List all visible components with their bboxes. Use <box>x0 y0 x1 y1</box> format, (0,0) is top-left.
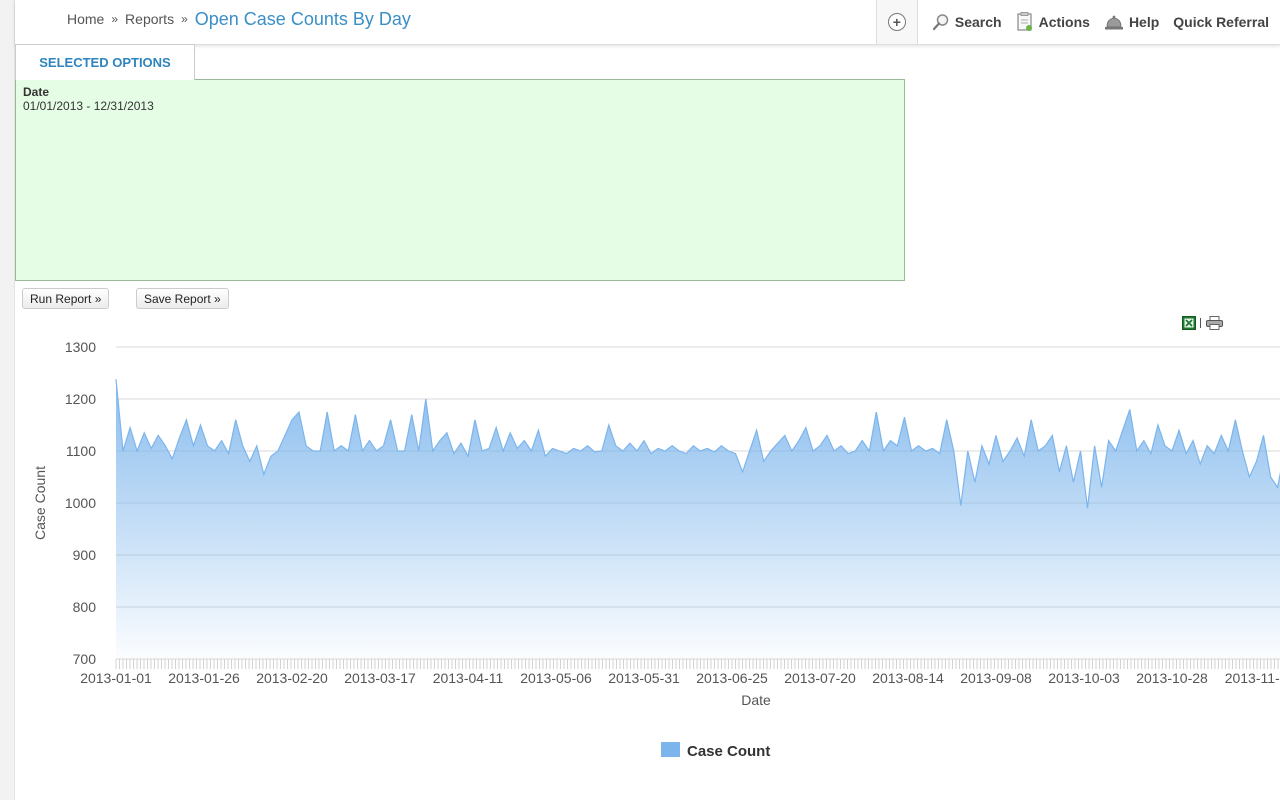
x-tick-label: 2013-07-20 <box>784 670 856 686</box>
open-case-count-chart: 700 800 900 1000 1100 1200 1300 2013-01-01 2013-… <box>32 339 1280 760</box>
y-tick-label: 1200 <box>65 391 96 407</box>
help-nav-label: Help <box>1128 14 1160 30</box>
x-axis-title: Date <box>741 692 771 708</box>
date-option-value: 01/01/2013 - 12/31/2013 <box>23 99 154 113</box>
selected-options-tab[interactable]: SELECTED OPTIONS <box>15 44 195 80</box>
export-tools <box>1182 316 1223 330</box>
x-tick-label: 2013-10-28 <box>1136 670 1208 686</box>
help-bell-icon <box>1104 15 1123 30</box>
x-tick-label: 2013-09-08 <box>960 670 1032 686</box>
breadcrumb-reports-link[interactable]: Reports <box>125 11 174 27</box>
search-icon <box>932 14 949 31</box>
breadcrumb-home-link[interactable]: Home <box>67 11 104 27</box>
page-title: Open Case Counts By Day <box>194 8 411 29</box>
y-tick-label: 900 <box>73 547 97 563</box>
x-tick-label: 2013-02-20 <box>256 670 328 686</box>
breadcrumb-separator: » <box>111 12 119 26</box>
breadcrumb: Home » Reports » Open Case Counts By Day <box>67 0 411 38</box>
x-tick-label: 2013-01-26 <box>168 670 240 686</box>
help-nav-button[interactable]: Help <box>1104 14 1159 30</box>
run-report-button[interactable]: Run Report » <box>22 288 110 309</box>
x-tick-label: 2013-05-06 <box>520 670 592 686</box>
y-tick-label: 800 <box>73 599 97 615</box>
x-tick-label: 2013-06-25 <box>696 670 768 686</box>
y-axis-title: Case Count <box>32 466 48 540</box>
legend-item-case-count[interactable]: Case Count <box>687 743 770 760</box>
y-tick-label: 1300 <box>65 339 96 355</box>
report-page: Home » Reports » Open Case Counts By Day… <box>14 0 1280 800</box>
x-tick-label: 2013-04-11 <box>433 670 504 686</box>
save-report-button[interactable]: Save Report » <box>136 288 229 309</box>
y-tick-label: 1000 <box>65 495 96 511</box>
selected-options-panel: Date 01/01/2013 - 12/31/2013 <box>15 79 905 281</box>
quick-referral-nav-label: Quick Referral <box>1173 14 1269 30</box>
breadcrumb-separator: » <box>181 12 188 26</box>
date-option-label: Date <box>23 85 50 99</box>
x-tick-label: 2013-05-31 <box>608 670 680 686</box>
x-tick-label: 2013-11-22 <box>1225 670 1280 686</box>
x-tick-label: 2013-10-03 <box>1048 670 1120 686</box>
quick-referral-nav-button[interactable]: Quick Referral <box>1173 14 1269 30</box>
search-nav-label: Search <box>954 14 1002 30</box>
main-nav: + Search Actions Help Quick Referral <box>875 0 1280 44</box>
x-tick-label: 2013-01-01 <box>80 670 152 686</box>
search-nav-button[interactable]: Search <box>932 13 1002 31</box>
plus-circle-icon: + <box>887 13 906 31</box>
actions-nav-button[interactable]: Actions <box>1016 12 1090 32</box>
excel-export-icon[interactable] <box>1182 316 1196 330</box>
actions-nav-label: Actions <box>1038 14 1090 30</box>
export-divider <box>1200 318 1201 328</box>
print-icon[interactable] <box>1206 316 1223 330</box>
top-navigation-bar: Home » Reports » Open Case Counts By Day… <box>15 0 1280 45</box>
x-tick-label: 2013-08-14 <box>872 670 944 686</box>
clipboard-icon <box>1016 12 1032 31</box>
case-count-area <box>116 379 1280 659</box>
add-button[interactable]: + <box>875 0 918 44</box>
legend-swatch[interactable] <box>661 742 680 757</box>
y-tick-label: 1100 <box>66 443 96 459</box>
x-tick-label: 2013-03-17 <box>344 670 416 686</box>
y-tick-label: 700 <box>73 651 97 667</box>
